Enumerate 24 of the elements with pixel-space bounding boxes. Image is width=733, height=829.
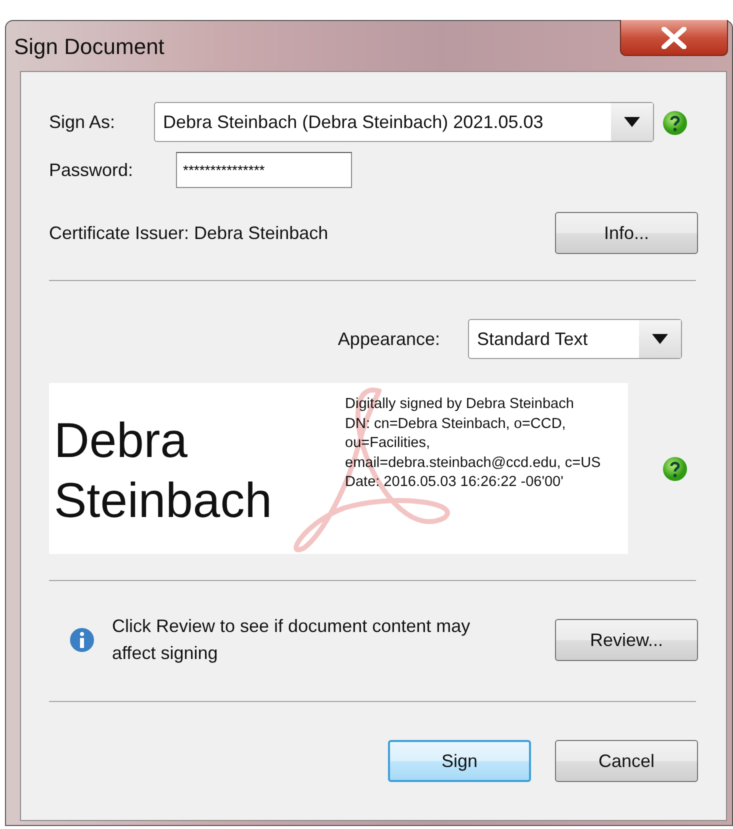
caret-icon [624, 117, 640, 127]
info-icon [69, 627, 95, 653]
window-title: Sign Document [14, 32, 164, 61]
dialog-button[interactable]: Sign [388, 740, 531, 782]
field-label: Sign As: [49, 110, 116, 134]
help-icon[interactable] [662, 456, 688, 482]
signer-name: Debra Steinbach [53, 413, 273, 530]
review-button[interactable]: Review... [555, 619, 698, 661]
signature-detail: Digitally signed by Debra Steinbach [345, 395, 575, 414]
password-field[interactable]: *************** [176, 152, 352, 188]
field-label: Password: [49, 158, 134, 182]
close-icon [660, 26, 688, 48]
signature-detail: Date: 2016.05.03 16:26:22 -06'00' [345, 473, 564, 492]
signature-detail: DN: cn=Debra Steinbach, o=CCD, ou=Facilities, email=debra.steinbach@ccd.edu, c=US [345, 414, 602, 472]
caret-icon [652, 334, 668, 344]
review-message: Click Review to see if document content may affect signing [112, 615, 472, 665]
close-button[interactable] [620, 20, 728, 56]
help-icon[interactable] [662, 110, 688, 136]
certificate-issuer-text: Certificate Issuer: Debra Steinbach [49, 222, 328, 244]
sign-as-dropdown[interactable]: Debra Steinbach (Debra Steinbach) 2021.05.03 [154, 102, 654, 142]
dialog-button[interactable]: Cancel [555, 740, 698, 782]
appearance-dropdown[interactable]: Standard Text [468, 319, 682, 359]
info-button[interactable]: Info... [555, 212, 698, 254]
field-label: Appearance: [338, 328, 440, 351]
